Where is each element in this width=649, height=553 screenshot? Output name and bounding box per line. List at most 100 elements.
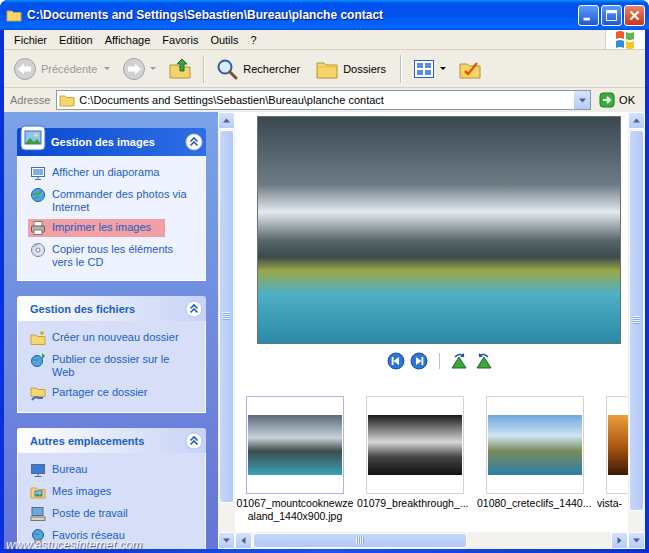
forward-arrow-icon [122,57,146,81]
thumbnail-frame[interactable] [366,396,464,494]
thumbnail-frame[interactable] [486,396,584,494]
task-label: Poste de travail [52,506,128,520]
title-bar[interactable]: C:\Documents and Settings\Sebastien\Bure… [0,0,649,30]
folder-icon [59,92,75,108]
task-item[interactable]: Imprimer les images [28,219,165,237]
scroll-thumb[interactable] [219,130,234,503]
task-label: Imprimer les images [52,220,151,234]
scroll-thumb[interactable] [629,130,644,511]
search-button[interactable]: Rechercher [210,53,308,85]
prev-button[interactable] [387,352,405,370]
close-button[interactable] [624,5,645,26]
menu-bar: FichierEditionAffichageFavorisOutils? [4,30,645,50]
go-button[interactable]: OK [597,92,641,108]
filmstrip-item[interactable]: 01067_mountcooknewzealand_1440x900.jpg [235,396,355,523]
task-item[interactable]: Mes images [28,483,113,501]
task-group-header[interactable]: Gestion des images [17,128,206,156]
scroll-back-button[interactable] [218,112,235,129]
preview-image [257,116,621,344]
rotcw-button[interactable] [451,352,469,370]
address-field[interactable]: C:\Documents and Settings\Sebastien\Bure… [56,90,591,110]
menu-item[interactable]: ? [245,34,263,46]
my-pictures-icon [30,484,46,500]
menu-item[interactable]: Fichier [8,34,53,46]
windows-logo-icon [613,29,639,51]
filmstrip-view: 01067_mountcooknewzealand_1440x900.jpg01… [235,112,628,549]
task-group-header[interactable]: Autres emplacements [17,428,206,453]
forward-button[interactable] [117,53,161,85]
task-item[interactable]: Publier ce dossier sur le Web [28,351,193,380]
task-pane-scrollbar[interactable] [218,112,235,549]
scroll-forward-button[interactable] [628,532,645,549]
scroll-track[interactable] [218,129,235,532]
menu-item[interactable]: Favoris [156,34,204,46]
filmstrip-item[interactable]: 01079_breakthrough_... [355,396,475,510]
sync-button[interactable] [453,53,487,85]
content-scrollbar[interactable] [628,112,645,549]
folder-icon [6,7,22,23]
thumbnail-frame[interactable] [246,396,344,494]
scroll-forward-button[interactable] [218,532,235,549]
task-item[interactable]: Copier tous les éléments vers le CD [28,241,193,270]
task-pane-container: Gestion des images Afficher un diaporama C… [4,112,235,549]
filmstrip-item[interactable]: vista- [595,396,628,510]
scroll-back-button[interactable] [628,112,645,129]
picture-tasks-icon [20,125,46,151]
scroll-arrow-icon [632,116,641,125]
task-label: Mes images [52,484,111,498]
minimize-button[interactable] [578,5,599,26]
task-label: Commander des photos via Internet [52,187,191,214]
scroll-track[interactable] [628,129,645,532]
task-item[interactable]: Commander des photos via Internet [28,186,193,215]
window-body: FichierEditionAffichageFavorisOutils? Pré… [4,30,645,549]
views-button[interactable] [407,53,451,85]
toolbar-separator [400,55,401,83]
task-label: Créer un nouveau dossier [52,330,179,344]
thumbnail-caption: 01079_breakthrough_... [355,497,475,510]
scroll-back-button[interactable] [235,532,252,549]
minimize-icon [579,6,598,25]
next-image-icon [410,352,428,370]
share-folder-icon [30,385,46,401]
task-group-title: Gestion des fichiers [30,303,185,315]
explorer-window: C:\Documents and Settings\Sebastien\Bure… [0,0,649,553]
task-group-header[interactable]: Gestion des fichiers [17,296,206,321]
dropdown-arrow[interactable] [104,67,110,70]
printer-icon [30,220,46,236]
address-value[interactable]: C:\Documents and Settings\Sebastien\Bure… [79,94,569,106]
task-item[interactable]: Poste de travail [28,505,130,523]
address-dropdown-button[interactable] [573,91,590,109]
task-label: Bureau [52,462,87,476]
filmstrip-scrollbar[interactable] [235,532,628,549]
task-group: Autres emplacements Bureau Mes images Poste… [17,428,206,549]
next-button[interactable] [410,352,428,370]
chevron-icon [185,133,203,151]
maximize-button[interactable] [601,5,622,26]
task-item[interactable]: Bureau [28,461,89,479]
task-item[interactable]: Afficher un diaporama [28,164,161,182]
task-item[interactable]: Créer un nouveau dossier [28,329,181,347]
filmstrip-item[interactable]: 01080_creteclifs_1440... [475,396,595,510]
caption-buttons [578,5,645,26]
menu-item[interactable]: Affichage [99,34,157,46]
menu-item[interactable]: Outils [204,34,244,46]
scroll-forward-button[interactable] [611,532,628,549]
scroll-track[interactable] [252,532,611,549]
task-pane: Gestion des images Afficher un diaporama C… [4,112,218,549]
folders-button[interactable]: Dossiers [310,53,394,85]
thumbnail-frame[interactable] [606,396,628,494]
back-button[interactable]: Précédente [8,53,115,85]
up-button[interactable] [163,53,197,85]
scroll-arrow-icon [239,536,248,545]
dropdown-arrow[interactable] [150,67,156,70]
order-prints-icon [30,187,46,203]
address-label: Adresse [10,94,50,106]
task-item[interactable]: Partager ce dossier [28,384,149,402]
task-group: Gestion des images Afficher un diaporama C… [17,128,206,281]
button-label: Dossiers [343,63,386,75]
task-group-body: BureauMes imagesPoste de travailFavoris … [17,453,206,549]
menu-item[interactable]: Edition [53,34,99,46]
dropdown-arrow[interactable] [440,67,446,70]
rotccw-button[interactable] [474,352,492,370]
scroll-thumb[interactable] [253,533,467,548]
